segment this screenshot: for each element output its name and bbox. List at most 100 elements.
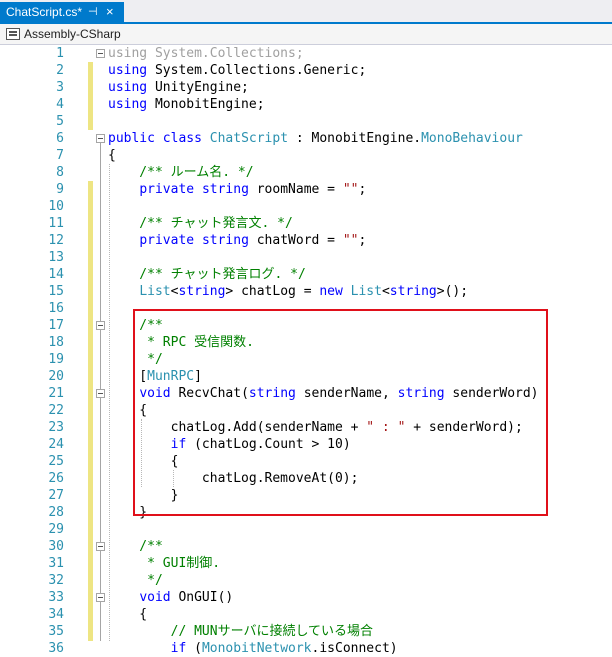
- code-token: MonoBehaviour: [421, 131, 523, 146]
- code-line: if (MonobitNetwork.isConnect): [108, 640, 398, 657]
- code-line: {: [108, 606, 147, 623]
- fold-toggle-icon[interactable]: [96, 49, 105, 58]
- line-number: 21: [48, 386, 64, 401]
- code-token: "": [342, 233, 359, 248]
- pin-icon[interactable]: ⊣: [88, 2, 98, 22]
- code-token: using: [108, 63, 148, 78]
- line-number: 9: [56, 182, 64, 197]
- line-number: 28: [48, 505, 64, 520]
- navigation-bar: Assembly-CSharp: [0, 24, 612, 45]
- code-line: public class ChatScript : MonobitEngine.…: [108, 130, 523, 147]
- project-dropdown[interactable]: Assembly-CSharp: [24, 26, 121, 42]
- line-number: 22: [48, 403, 64, 418]
- code-token: new: [319, 284, 343, 299]
- code-token: List: [350, 284, 382, 299]
- fold-toggle-icon[interactable]: [96, 542, 105, 551]
- code-line: private string chatWord = "";: [108, 232, 366, 249]
- code-token: List: [139, 284, 171, 299]
- line-number: 26: [48, 471, 64, 486]
- code-token: > chatLog =: [225, 284, 320, 299]
- line-number: 18: [48, 335, 64, 350]
- code-token: string: [201, 233, 249, 248]
- code-token: ChatScript: [209, 131, 289, 146]
- line-number: 4: [56, 97, 64, 112]
- line-number: 3: [56, 80, 64, 95]
- code-token: public: [108, 131, 155, 146]
- code-token: /**: [108, 539, 163, 554]
- code-token: OnGUI(): [170, 590, 234, 605]
- code-token: */: [108, 573, 163, 588]
- code-token: .isConnect): [311, 641, 398, 656]
- code-line: using System.Collections.Generic;: [108, 62, 366, 79]
- code-token: MonobitNetwork: [201, 641, 312, 656]
- code-token: using: [108, 80, 148, 95]
- code-token: ;: [358, 233, 367, 248]
- code-line: void OnGUI(): [108, 589, 233, 606]
- code-token: using System.Collections;: [108, 46, 304, 61]
- code-token: void: [139, 590, 171, 605]
- line-number: 34: [48, 607, 64, 622]
- fold-toggle-icon[interactable]: [96, 321, 105, 330]
- fold-toggle-icon[interactable]: [96, 593, 105, 602]
- code-token: : MonobitEngine.: [288, 131, 422, 146]
- code-line: * GUI制御.: [108, 555, 220, 572]
- code-token: >();: [436, 284, 469, 299]
- code-line: List<string> chatLog = new List<string>(…: [108, 283, 468, 300]
- code-token: using: [108, 97, 148, 112]
- code-token: private: [139, 233, 195, 248]
- code-token: if: [170, 641, 187, 656]
- line-number: 5: [56, 114, 64, 129]
- line-number: 25: [48, 454, 64, 469]
- line-number: 30: [48, 539, 64, 554]
- code-token: <: [381, 284, 390, 299]
- code-token: {: [108, 607, 148, 622]
- code-token: /** チャット発言ログ. */: [108, 267, 306, 282]
- line-number: 20: [48, 369, 64, 384]
- line-number: 29: [48, 522, 64, 537]
- code-token: chatWord =: [248, 233, 343, 248]
- line-number: 12: [48, 233, 64, 248]
- code-line: /** チャット発言ログ. */: [108, 266, 306, 283]
- code-line: // MUNサーバに接続している場合: [108, 623, 373, 640]
- code-token: class: [162, 131, 202, 146]
- line-number: 13: [48, 250, 64, 265]
- tab-title: ChatScript.cs*: [6, 5, 83, 19]
- line-number: 2: [56, 63, 64, 78]
- line-number: 31: [48, 556, 64, 571]
- code-token: // MUNサーバに接続している場合: [108, 624, 374, 639]
- code-line: /**: [108, 538, 163, 555]
- fold-toggle-icon[interactable]: [96, 389, 105, 398]
- code-token: string: [178, 284, 226, 299]
- code-token: (: [186, 641, 202, 656]
- code-token: /** チャット発言文. */: [108, 216, 293, 231]
- line-number: 14: [48, 267, 64, 282]
- line-number: 33: [48, 590, 64, 605]
- document-tab-strip: ChatScript.cs* ⊣ ×: [0, 0, 612, 22]
- line-number: 8: [56, 165, 64, 180]
- line-number: 19: [48, 352, 64, 367]
- code-line: using System.Collections;: [108, 45, 304, 62]
- code-token: /** ルーム名. */: [108, 165, 254, 180]
- line-number: 11: [48, 216, 64, 231]
- line-number: 16: [48, 301, 64, 316]
- close-icon[interactable]: ×: [106, 2, 114, 22]
- fold-toggle-icon[interactable]: [96, 134, 105, 143]
- code-line: /** ルーム名. */: [108, 164, 254, 181]
- tab-chatscript[interactable]: ChatScript.cs* ⊣ ×: [0, 2, 124, 22]
- code-token: System.Collections.Generic;: [147, 63, 367, 78]
- code-token: string: [201, 182, 249, 197]
- line-number: 35: [48, 624, 64, 639]
- change-marker: [88, 62, 93, 130]
- line-number: 27: [48, 488, 64, 503]
- line-number: 15: [48, 284, 64, 299]
- line-number: 23: [48, 420, 64, 435]
- code-line: */: [108, 572, 163, 589]
